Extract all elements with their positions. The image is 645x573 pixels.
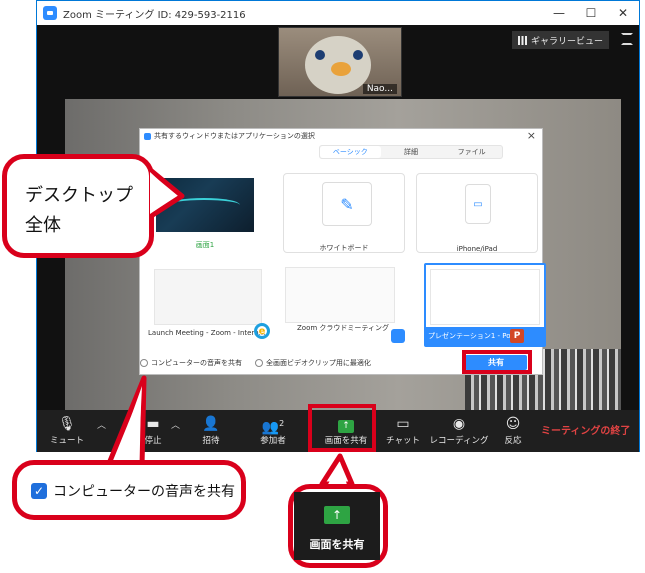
desktop-callout-line1: デスクトップ bbox=[25, 185, 133, 206]
participants-count: 2 bbox=[279, 419, 285, 428]
gallery-view-button[interactable]: ギャラリービュー bbox=[511, 31, 609, 49]
window-title: Zoom ミーティング ID: 429-593-2116 bbox=[63, 9, 246, 21]
share-dialog: 共有するウィンドウまたはアプリケーションの選択 × ベーシック 詳細 ファイル … bbox=[139, 128, 546, 375]
share-tabs: ベーシック 詳細 ファイル bbox=[319, 145, 503, 159]
chat-label: チャット bbox=[386, 436, 420, 446]
invite-button[interactable]: 👤 招待 bbox=[183, 414, 239, 450]
end-meeting-button[interactable]: ミーティングの終了 bbox=[541, 422, 630, 437]
optimize-video-label: 全画面ビデオクリップ用に最適化 bbox=[266, 359, 371, 367]
pencil-icon: ✎ bbox=[322, 182, 372, 226]
stage: Zoom ミーティング ID: 429-593-2116 — ☐ ✕ Nao..… bbox=[0, 0, 645, 573]
tab-advanced[interactable]: 詳細 bbox=[381, 146, 442, 158]
tab-basic[interactable]: ベーシック bbox=[320, 146, 381, 158]
whiteboard-label: ホワイトボード bbox=[319, 244, 369, 252]
audio-callout-content: ✓ コンピューターの音声を共有 bbox=[31, 481, 235, 501]
smiley-icon: ☺ bbox=[505, 416, 521, 432]
iphone-ipad-label: iPhone/iPad bbox=[456, 245, 498, 253]
audio-callout: ✓ コンピューターの音声を共有 bbox=[12, 460, 246, 520]
record-label: レコーディング bbox=[429, 436, 489, 446]
record-button[interactable]: ◉ レコーディング bbox=[427, 414, 491, 450]
grid-icon bbox=[517, 35, 527, 45]
invite-label: 招待 bbox=[202, 436, 220, 446]
share-audio-label: コンピューターの音声を共有 bbox=[151, 359, 242, 367]
zoom-window-label: Zoom クラウドミーティング bbox=[297, 324, 389, 332]
mute-button[interactable]: 🎙 ミュート bbox=[39, 414, 95, 450]
share-screen-zoomed: ↑ 画面を共有 bbox=[294, 492, 380, 560]
desktop-callout-text: デスクトップ 全体 bbox=[25, 181, 133, 241]
dialog-close-icon[interactable]: × bbox=[527, 129, 536, 142]
powerpoint-tile[interactable]: プレゼンテーション1 - Pow... P bbox=[424, 263, 546, 347]
zoom-app-icon bbox=[43, 6, 57, 20]
desktop-screen-label: 画面1 bbox=[195, 241, 215, 249]
maximize-button[interactable]: ☐ bbox=[575, 1, 607, 25]
minimize-button[interactable]: — bbox=[543, 1, 575, 25]
participant-name: Nao... bbox=[362, 84, 397, 94]
share-audio-checkbox[interactable] bbox=[140, 359, 148, 367]
powerpoint-label: プレゼンテーション1 - Pow... bbox=[428, 332, 523, 340]
share-screen-highlight bbox=[308, 404, 376, 452]
browser-window-label: Launch Meeting - Zoom - Intern... bbox=[148, 329, 266, 337]
share-arrow-large-icon: ↑ bbox=[324, 506, 350, 524]
gallery-view-label: ギャラリービュー bbox=[530, 36, 603, 47]
reactions-button[interactable]: ☺ 反応 bbox=[485, 414, 541, 450]
reactions-label: 反応 bbox=[504, 436, 522, 446]
window-controls: — ☐ ✕ bbox=[543, 1, 639, 25]
close-button[interactable]: ✕ bbox=[607, 1, 639, 25]
zoom-window-tile[interactable]: Zoom クラウドミーティング bbox=[281, 263, 405, 347]
share-audio-row[interactable]: コンピューターの音声を共有 全画面ビデオクリップ用に最適化 bbox=[140, 358, 371, 368]
powerpoint-icon: P bbox=[510, 329, 524, 343]
participants-button[interactable]: 👥2 参加者 bbox=[245, 414, 301, 450]
mute-label: ミュート bbox=[49, 436, 84, 446]
optimize-video-checkbox[interactable] bbox=[255, 359, 263, 367]
title-bar: Zoom ミーティング ID: 429-593-2116 — ☐ ✕ bbox=[37, 1, 639, 25]
record-icon: ◉ bbox=[452, 416, 466, 432]
browser-window-tile[interactable]: Launch Meeting - Zoom - Intern... e bbox=[146, 263, 270, 347]
audio-callout-text: コンピューターの音声を共有 bbox=[53, 484, 235, 500]
checkbox-checked-icon: ✓ bbox=[31, 483, 47, 499]
participants-label: 参加者 bbox=[260, 436, 286, 446]
participant-thumbnail[interactable]: Nao... bbox=[278, 27, 402, 97]
zoom-app-badge-icon bbox=[391, 329, 405, 343]
share-screen-zoomed-label: 画面を共有 bbox=[309, 538, 365, 551]
fullscreen-icon[interactable] bbox=[621, 33, 633, 45]
chat-button[interactable]: ▭ チャット bbox=[375, 414, 431, 450]
microphone-icon: 🎙 bbox=[58, 416, 76, 432]
share-button-highlight bbox=[462, 350, 532, 374]
dialog-title-text: 共有するウィンドウまたはアプリケーションの選択 bbox=[154, 132, 315, 140]
desktop-screen-tile[interactable] bbox=[156, 178, 254, 232]
add-person-icon: 👤 bbox=[202, 416, 220, 432]
zoom-mini-icon bbox=[144, 132, 151, 140]
internet-explorer-icon: e bbox=[254, 323, 270, 339]
desktop-callout: デスクトップ 全体 bbox=[2, 154, 154, 258]
chat-bubble-icon: ▭ bbox=[396, 416, 410, 432]
mute-options-chevron-icon[interactable]: ︿ bbox=[97, 418, 106, 431]
desktop-callout-line2: 全体 bbox=[25, 215, 61, 236]
tab-files[interactable]: ファイル bbox=[441, 146, 502, 158]
participants-icon: 👥2 bbox=[261, 419, 285, 436]
video-options-chevron-icon[interactable]: ︿ bbox=[171, 418, 180, 431]
dialog-title: 共有するウィンドウまたはアプリケーションの選択 bbox=[144, 131, 315, 141]
stop-video-label: 停止 bbox=[144, 436, 162, 446]
tablet-icon: ▭ bbox=[465, 184, 491, 224]
